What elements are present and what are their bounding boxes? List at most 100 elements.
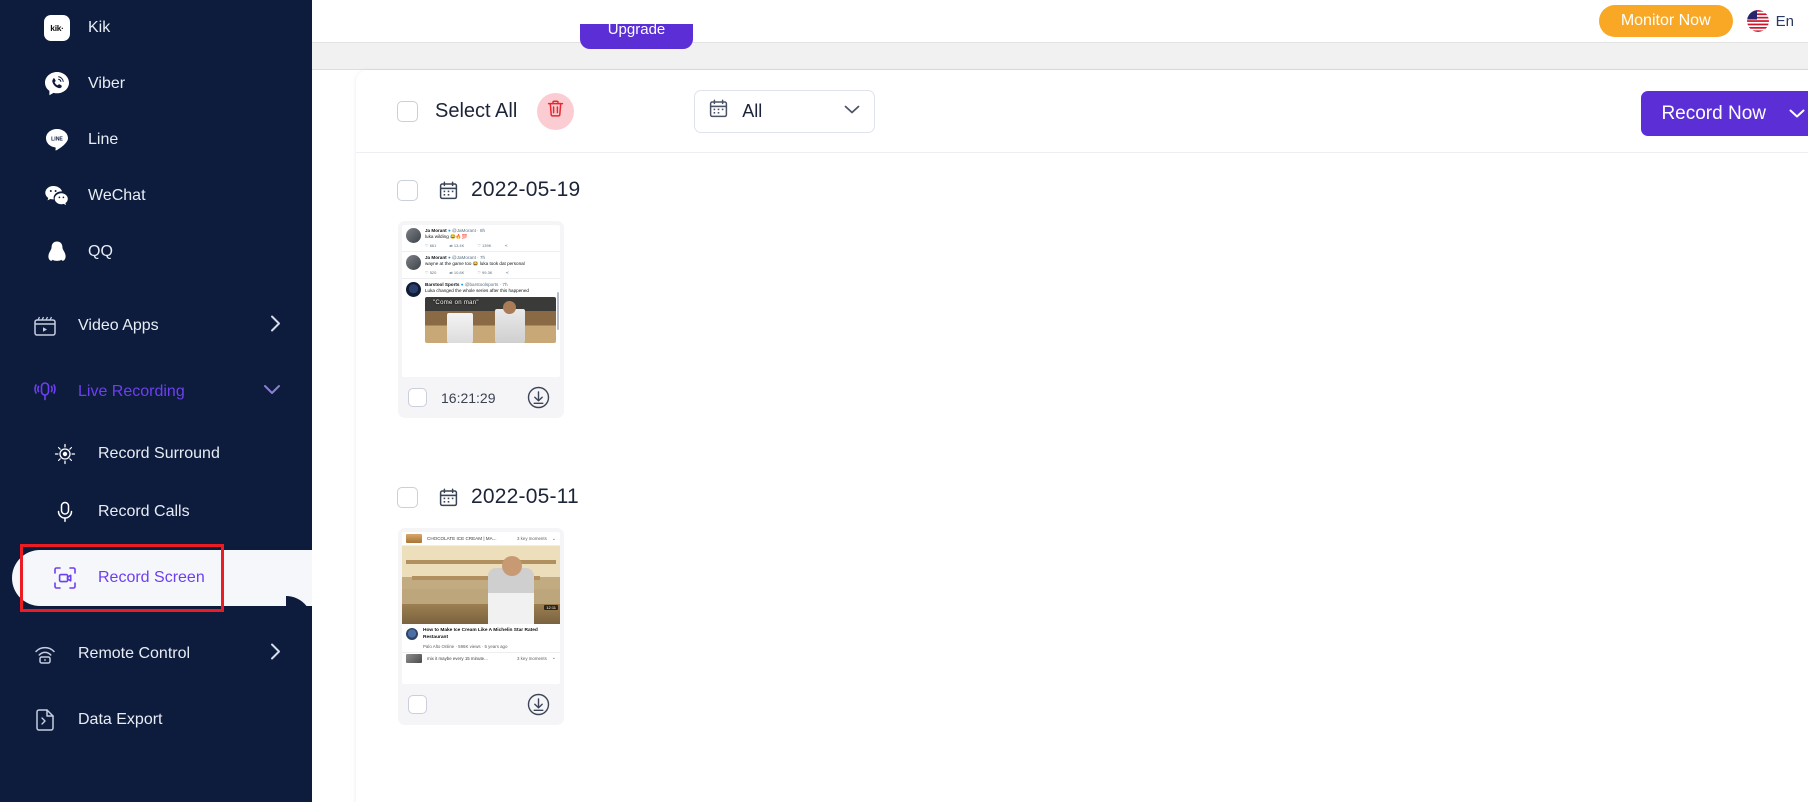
upgrade-button-clipped[interactable]: Upgrade — [580, 24, 693, 49]
sidebar-item-label: Record Surround — [98, 445, 220, 462]
sidebar-item-wechat[interactable]: WeChat — [0, 168, 312, 224]
recording-card[interactable]: CHOCOLATE ICE CREAM | MA... 3 key moment… — [398, 528, 564, 725]
sidebar-item-live-recording[interactable]: Live Recording — [0, 364, 312, 420]
record-screen-icon — [50, 563, 80, 593]
chef-head — [502, 556, 522, 576]
chevron-down-icon: ⌄ — [551, 655, 556, 662]
recording-card-footer: 16:21:29 — [402, 377, 560, 418]
sidebar-item-label: Data Export — [78, 711, 163, 728]
date-group-checkbox[interactable] — [397, 486, 418, 508]
tweet-item: Barstool Sports ● @barstoolsports · 7h L… — [402, 279, 560, 346]
page-band-strip — [312, 42, 1808, 70]
tweet-item: Ja Morant ● @JaMorant · 8h luka wilding … — [402, 225, 560, 252]
app-root: kik· Kik Viber LINE Line WeChat QQ Video… — [0, 0, 1808, 802]
avatar — [406, 254, 421, 270]
tweet-media: "Come on man" — [425, 296, 556, 343]
avatar — [406, 228, 421, 243]
record-surround-icon — [50, 439, 80, 469]
sidebar-item-label: Video Apps — [78, 317, 159, 334]
chevron-down-icon — [843, 102, 861, 120]
remote-control-icon — [30, 639, 60, 669]
download-icon[interactable] — [527, 693, 550, 716]
sidebar-item-label: Viber — [88, 75, 126, 92]
top-bar: Monitor Now En — [312, 0, 1808, 42]
youtube-video-preview: CHOCOLATE ICE CREAM | MA... 3 key moment… — [402, 532, 560, 664]
tweet-author: Barstool Sports ● @barstoolsports · 7h — [425, 281, 508, 287]
calendar-icon — [438, 180, 459, 201]
date-group: 2022-05-11 CHOCOLATE ICE CREAM | MA... 3… — [356, 466, 1808, 725]
player-head — [503, 300, 516, 314]
sidebar: kik· Kik Viber LINE Line WeChat QQ Video… — [0, 0, 312, 802]
sidebar-item-label: Remote Control — [78, 645, 191, 662]
recording-time: 16:21:29 — [441, 389, 496, 406]
thumbnail-scrollbar — [557, 291, 559, 330]
video-meta: How to Make Ice Cream Like A Michelin St… — [402, 624, 560, 652]
channel-avatar — [406, 628, 418, 640]
media-caption: "Come on man" — [433, 299, 479, 306]
key-moments-label: 3 key moments — [517, 655, 547, 661]
sidebar-item-viber[interactable]: Viber — [0, 56, 312, 112]
sidebar-item-record-screen[interactable]: Record Screen — [12, 550, 312, 606]
sidebar-item-data-export[interactable]: Data Export — [0, 692, 312, 748]
date-group: 2022-05-19 Ja Morant ● @JaMorant · 8h lu… — [356, 159, 1808, 418]
svg-text:LINE: LINE — [51, 137, 63, 143]
sidebar-item-line[interactable]: LINE Line — [0, 112, 312, 168]
panel-toolbar: Select All All Record Now — [356, 70, 1808, 153]
sidebar-item-label: Line — [88, 131, 119, 148]
chapter-bar-bottom: mix it maybe every 15 minute... 3 key mo… — [402, 651, 560, 664]
chevron-down-icon — [262, 383, 282, 401]
sidebar-item-record-calls[interactable]: Record Calls — [0, 484, 312, 540]
trash-icon — [546, 99, 565, 123]
sidebar-item-qq[interactable]: QQ — [0, 224, 312, 280]
language-selector[interactable]: En — [1746, 10, 1794, 32]
chapter-bar-top: CHOCOLATE ICE CREAM | MA... 3 key moment… — [402, 532, 560, 546]
player-figure — [495, 308, 525, 343]
chevron-down-icon: ⌄ — [551, 535, 556, 542]
sidebar-item-label: Record Screen — [98, 569, 205, 586]
select-all-checkbox[interactable] — [397, 100, 418, 122]
recording-thumbnail: Ja Morant ● @JaMorant · 8h luka wilding … — [402, 225, 560, 377]
monitor-now-button[interactable]: Monitor Now — [1598, 5, 1733, 37]
sidebar-item-kik[interactable]: kik· Kik — [0, 0, 312, 56]
counter — [402, 604, 560, 624]
sidebar-item-record-surround[interactable]: Record Surround — [0, 426, 312, 482]
tweet-actions: ♡ 661 ⇄ 13.4K ♡ 139K ≺ — [425, 242, 508, 248]
chapter-title: CHOCOLATE ICE CREAM | MA... — [427, 536, 497, 541]
recording-checkbox[interactable] — [408, 695, 427, 714]
video-apps-icon — [30, 311, 60, 341]
sidebar-item-label: Record Calls — [98, 503, 190, 520]
record-calls-icon — [50, 497, 80, 527]
record-now-button[interactable]: Record Now — [1641, 91, 1808, 136]
kik-icon: kik· — [42, 13, 72, 43]
chevron-right-icon — [269, 314, 282, 339]
recording-card[interactable]: Ja Morant ● @JaMorant · 8h luka wilding … — [398, 221, 564, 418]
video-frame: 12:11 — [402, 546, 560, 624]
download-icon[interactable] — [527, 386, 550, 409]
tweet-text: luka wilding 😂🔥💯 — [425, 234, 468, 239]
sidebar-item-remote-control[interactable]: Remote Control — [0, 626, 312, 682]
tweet-author: Ja Morant ● @JaMorant · 7h — [425, 254, 486, 260]
date-filter-dropdown[interactable]: All — [694, 89, 876, 133]
qq-icon — [42, 237, 72, 267]
chef-figure — [488, 568, 534, 624]
delete-button[interactable] — [537, 92, 575, 130]
main-content: Monitor Now En Upgrade Select All All Re… — [312, 0, 1808, 802]
twitter-feed-preview: Ja Morant ● @JaMorant · 8h luka wilding … — [402, 225, 560, 346]
chevron-right-icon — [269, 642, 282, 667]
video-duration: 12:11 — [544, 605, 558, 610]
tweet-text: Luka changed the whole series after this… — [425, 287, 529, 293]
recording-checkbox[interactable] — [408, 388, 427, 407]
date-group-checkbox[interactable] — [397, 179, 418, 201]
data-export-icon — [30, 705, 60, 735]
sidebar-item-label: Live Recording — [78, 383, 185, 400]
sidebar-item-video-apps[interactable]: Video Apps — [0, 298, 312, 354]
tweet-text: wayne at the game too 😂 luka took dat pe… — [425, 260, 525, 266]
recording-thumbnail: CHOCOLATE ICE CREAM | MA... 3 key moment… — [402, 532, 560, 684]
video-title: How to Make Ice Cream Like A Michelin St… — [423, 628, 538, 640]
record-now-label: Record Now — [1661, 102, 1766, 124]
select-all-label: Select All — [435, 99, 518, 122]
chapter-thumbnail — [406, 534, 422, 543]
key-moments-label: 3 key moments — [517, 536, 547, 541]
shelf — [406, 560, 556, 564]
player-figure — [447, 312, 473, 343]
